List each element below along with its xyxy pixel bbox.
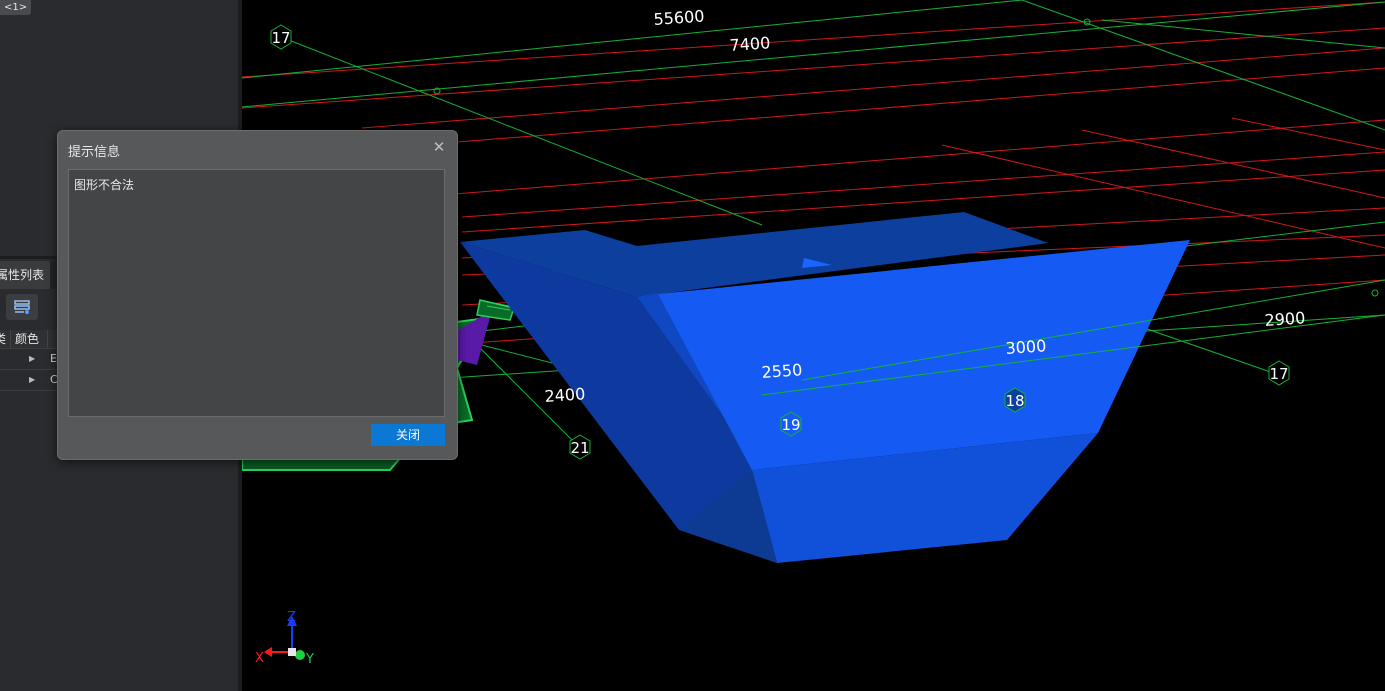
svg-text:17: 17 (271, 29, 290, 47)
property-filter-button[interactable] (6, 294, 38, 320)
view-tab[interactable]: <1> (0, 0, 32, 15)
svg-text:19: 19 (781, 416, 800, 434)
axis-marker[interactable]: 17 (270, 24, 292, 50)
info-dialog: 提示信息 ✕ 图形不合法 关闭 (57, 130, 458, 460)
list-settings-icon (14, 300, 30, 314)
column-header-class[interactable]: 类 (0, 330, 11, 348)
tab-properties[interactable]: 属性列表 (0, 261, 50, 289)
y-axis-label: Y (305, 652, 314, 667)
dimension-label: 7400 (729, 33, 771, 55)
dialog-message: 图形不合法 (74, 178, 135, 192)
svg-text:21: 21 (570, 439, 589, 457)
dimension-label: 2900 (1264, 308, 1306, 330)
dimension-label: 2550 (761, 360, 803, 382)
svg-text:17: 17 (1269, 365, 1288, 383)
dialog-message-area: 图形不合法 (68, 169, 445, 417)
dimension-label: 3000 (1005, 336, 1047, 358)
expand-arrow-icon[interactable]: ▶ (29, 349, 35, 369)
column-header-color[interactable]: 颜色 (15, 330, 48, 348)
expand-arrow-icon[interactable]: ▶ (29, 370, 35, 390)
axis-marker[interactable]: 18 (1004, 387, 1026, 413)
x-axis-label: X (255, 651, 264, 666)
dimension-label: 2400 (544, 384, 586, 406)
axis-marker[interactable]: 19 (780, 411, 802, 437)
dimension-label: 55600 (653, 6, 705, 29)
z-axis-label: Z (287, 610, 296, 625)
close-icon[interactable]: ✕ (431, 139, 447, 155)
axis-marker[interactable]: 17 (1268, 360, 1290, 386)
coordinate-triad: Z X Y (255, 610, 314, 667)
close-button[interactable]: 关闭 (371, 424, 445, 446)
dialog-title: 提示信息 (68, 145, 121, 160)
axis-marker[interactable]: 21 (569, 434, 591, 460)
svg-text:18: 18 (1005, 392, 1024, 410)
row-value: E (50, 352, 57, 365)
